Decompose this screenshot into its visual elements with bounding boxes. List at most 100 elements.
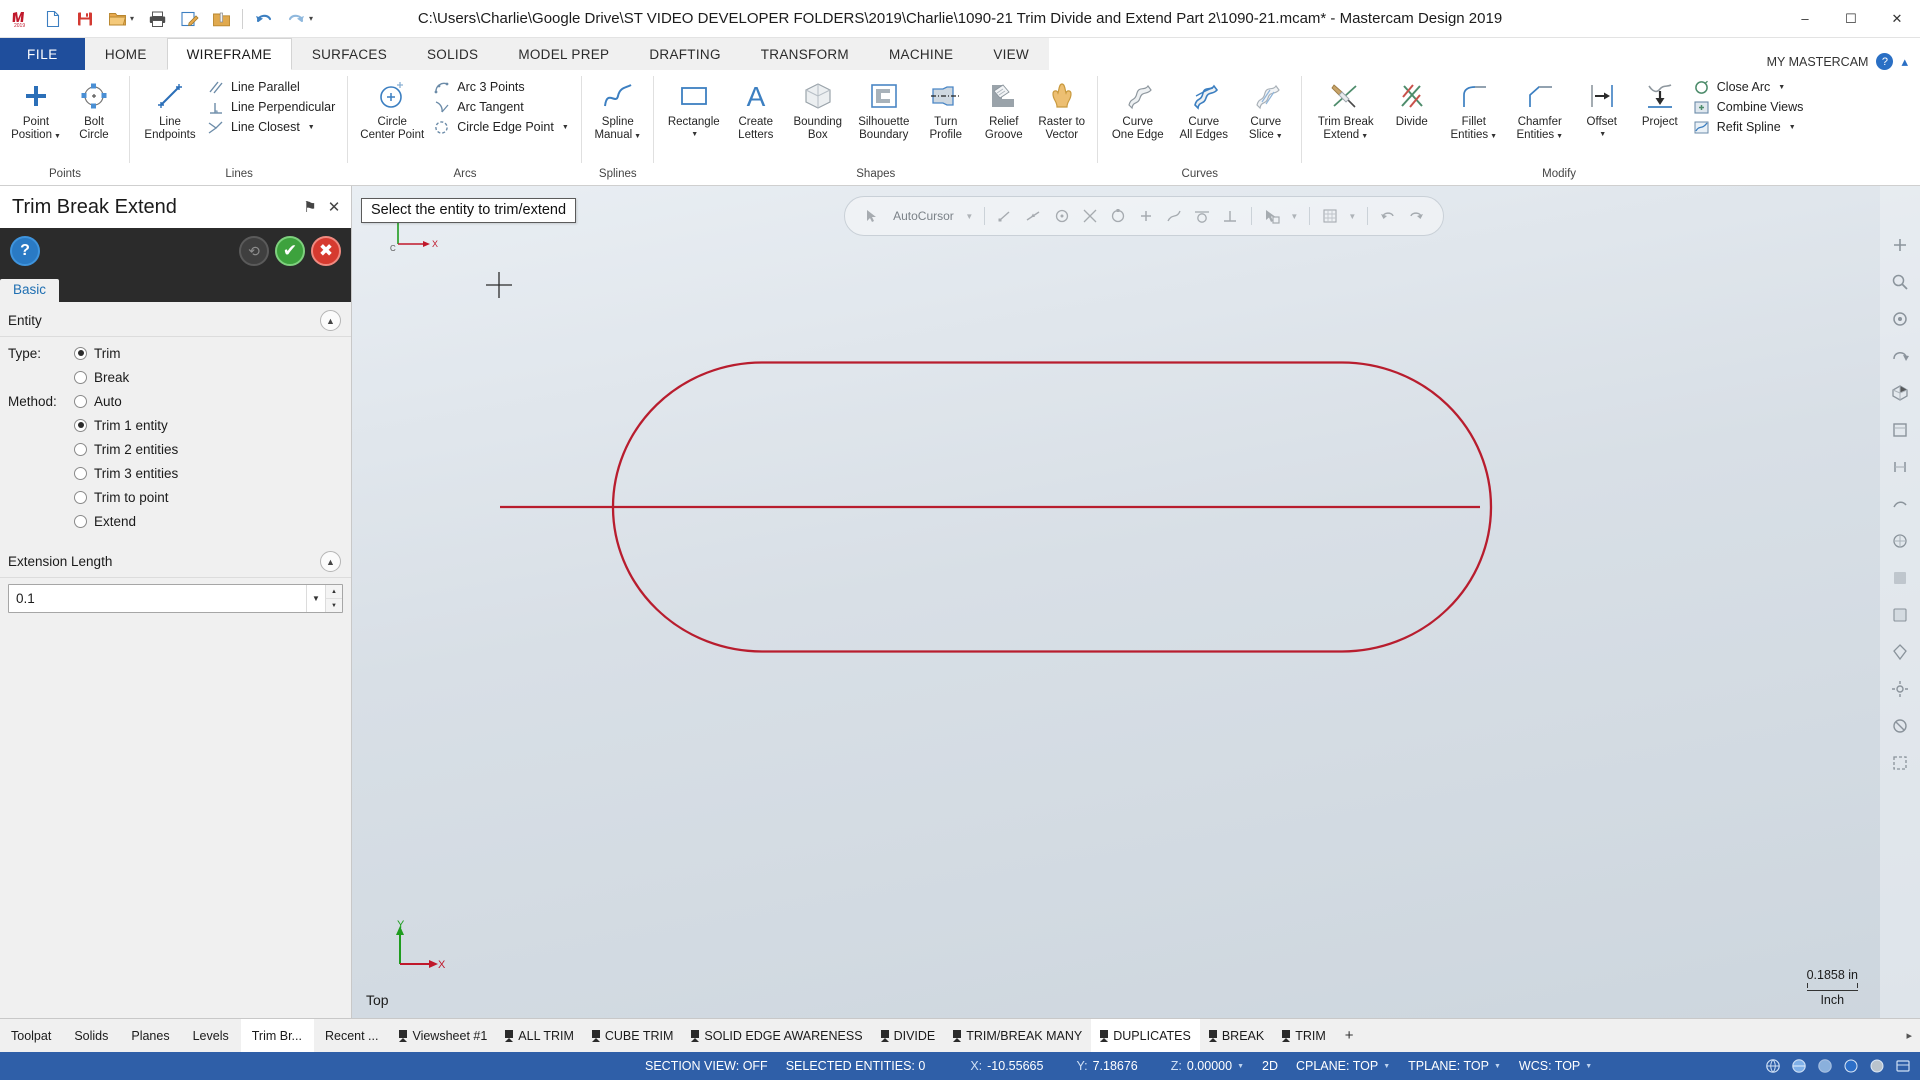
- hide-entities-icon[interactable]: [1885, 711, 1915, 741]
- tangent-snap-icon[interactable]: [1190, 203, 1215, 230]
- open-folder-icon[interactable]: [102, 4, 132, 34]
- tab-view[interactable]: VIEW: [973, 38, 1050, 70]
- raster-to-vector-button[interactable]: Raster to Vector: [1033, 75, 1091, 141]
- create-letters-button[interactable]: A Create Letters: [727, 75, 785, 141]
- status-cplane[interactable]: CPLANE: TOP ▼: [1287, 1059, 1399, 1073]
- combine-views-button[interactable]: Combine Views: [1689, 97, 1810, 117]
- bottom-tab-planes[interactable]: Planes: [120, 1019, 181, 1052]
- bolt-circle-button[interactable]: Bolt Circle: [65, 75, 123, 141]
- chevron-down-icon[interactable]: ▼: [562, 124, 569, 131]
- radio-trim[interactable]: Trim: [74, 346, 121, 361]
- unzoom-icon[interactable]: [1885, 304, 1915, 334]
- radio-extend[interactable]: Extend: [74, 514, 136, 529]
- ok-button[interactable]: ✔: [275, 236, 305, 266]
- close-arc-button[interactable]: Close Arc ▼: [1689, 77, 1810, 97]
- redo-icon[interactable]: [281, 4, 311, 34]
- graphics-viewport[interactable]: Y X C Select the entity to trim/extend A…: [352, 186, 1920, 1018]
- add-viewsheet-button[interactable]: +: [1335, 1019, 1364, 1052]
- bottom-tab-toolpaths[interactable]: Toolpat: [0, 1019, 63, 1052]
- wireframe-shading-icon[interactable]: [1885, 526, 1915, 556]
- chevron-down-icon[interactable]: ▼: [1237, 1063, 1244, 1070]
- chevron-down-icon[interactable]: ▼: [306, 585, 325, 612]
- zoom-window-icon[interactable]: [1885, 267, 1915, 297]
- arc-tangent-button[interactable]: Arc Tangent: [429, 97, 575, 117]
- tab-home[interactable]: HOME: [84, 38, 167, 70]
- globe-wireframe-icon[interactable]: [1762, 1055, 1784, 1077]
- chevron-down-icon[interactable]: ▼: [1585, 1063, 1592, 1070]
- line-parallel-button[interactable]: Line Parallel: [203, 77, 341, 97]
- globe-translucent-icon[interactable]: [1814, 1055, 1836, 1077]
- viewsheet-tab-all-trim[interactable]: ALL TRIM: [496, 1019, 583, 1052]
- circle-edge-point-button[interactable]: Circle Edge Point ▼: [429, 117, 575, 137]
- chevron-down-icon[interactable]: ▼: [308, 124, 315, 131]
- shaded-view-icon[interactable]: [1885, 563, 1915, 593]
- radio-trim-3-entities[interactable]: Trim 3 entities: [74, 466, 178, 481]
- rectangle-button[interactable]: Rectangle ▼: [661, 75, 727, 141]
- tab-surfaces[interactable]: SURFACES: [291, 38, 407, 70]
- intersection-snap-icon[interactable]: [1077, 203, 1102, 230]
- radio-trim-to-point[interactable]: Trim to point: [74, 490, 169, 505]
- my-mastercam-label[interactable]: MY MASTERCAM: [1767, 55, 1869, 69]
- select-all-icon[interactable]: [1260, 203, 1285, 230]
- line-closest-button[interactable]: Line Closest ▼: [203, 117, 341, 137]
- chevron-down-icon[interactable]: ▼: [1383, 1063, 1390, 1070]
- chevron-up-icon[interactable]: ▲: [320, 310, 341, 331]
- center-snap-icon[interactable]: [1049, 203, 1074, 230]
- viewsheet-tab-divide[interactable]: DIVIDE: [872, 1019, 945, 1052]
- zip2go-icon[interactable]: [206, 4, 236, 34]
- quadrant-snap-icon[interactable]: [1105, 203, 1130, 230]
- help-button[interactable]: ?: [10, 236, 40, 266]
- front-view-icon[interactable]: [1885, 452, 1915, 482]
- status-section-view[interactable]: SECTION VIEW: OFF: [636, 1059, 777, 1073]
- chevron-down-icon[interactable]: ▼: [1361, 131, 1368, 144]
- grid-snap-icon[interactable]: [1318, 203, 1343, 230]
- isometric-view-icon[interactable]: [1885, 378, 1915, 408]
- color-swatch-blue-icon[interactable]: [1840, 1055, 1862, 1077]
- settings-view-icon[interactable]: [1885, 674, 1915, 704]
- viewsheet-tab-duplicates[interactable]: DUPLICATES: [1091, 1019, 1200, 1052]
- stepper-up-icon[interactable]: ▲: [326, 585, 342, 599]
- blank-entities-icon[interactable]: [1885, 748, 1915, 778]
- radio-trim-1-entity[interactable]: Trim 1 entity: [74, 418, 168, 433]
- radio-trim-2-entities[interactable]: Trim 2 entities: [74, 442, 178, 457]
- bottom-tab-trim-break[interactable]: Trim Br...: [240, 1019, 314, 1052]
- radio-auto[interactable]: Auto: [74, 394, 122, 409]
- offset-button[interactable]: Offset ▼: [1573, 75, 1631, 141]
- chevron-down-icon[interactable]: ▼: [634, 131, 641, 144]
- chamfer-entities-button[interactable]: Chamfer Entities ▼: [1507, 75, 1573, 143]
- relief-groove-button[interactable]: Relief Groove: [975, 75, 1033, 141]
- nearest-snap-icon[interactable]: [1161, 203, 1186, 230]
- chevron-down-icon[interactable]: ▼: [1494, 1063, 1501, 1070]
- point-snap-icon[interactable]: [1133, 203, 1158, 230]
- viewsheet-tab-trim-break-many[interactable]: TRIM/BREAK MANY: [944, 1019, 1091, 1052]
- divide-button[interactable]: Divide: [1383, 75, 1441, 129]
- fit-screen-icon[interactable]: [1885, 230, 1915, 260]
- viewsheet-tab-solid-edge-awareness[interactable]: SOLID EDGE AWARENESS: [682, 1019, 871, 1052]
- globe-shaded-icon[interactable]: [1788, 1055, 1810, 1077]
- materials-icon[interactable]: [1885, 637, 1915, 667]
- project-button[interactable]: Project: [1631, 75, 1689, 129]
- reapply-button[interactable]: ⟲: [239, 236, 269, 266]
- extension-length-input[interactable]: [9, 585, 306, 612]
- chevron-down-icon[interactable]: ▼: [1556, 131, 1563, 144]
- select-only-icon[interactable]: ▼: [1288, 203, 1301, 230]
- tab-model-prep[interactable]: MODEL PREP: [498, 38, 630, 70]
- tab-file[interactable]: FILE: [0, 38, 85, 70]
- spline-manual-button[interactable]: Spline Manual ▼: [589, 75, 647, 143]
- line-perpendicular-button[interactable]: Line Perpendicular: [203, 97, 341, 117]
- customize-qat-icon[interactable]: ▾: [309, 14, 319, 23]
- bottom-tab-solids[interactable]: Solids: [63, 1019, 120, 1052]
- autocursor-dropdown-icon[interactable]: ▼: [963, 203, 976, 230]
- curve-slice-button[interactable]: Curve Slice ▼: [1237, 75, 1295, 143]
- endpoint-snap-icon[interactable]: [993, 203, 1018, 230]
- chevron-down-icon[interactable]: ▼: [1789, 124, 1796, 131]
- print-preview-icon[interactable]: [174, 4, 204, 34]
- close-button[interactable]: ✕: [1874, 0, 1920, 38]
- chevron-up-icon[interactable]: ▲: [320, 551, 341, 572]
- chevron-down-icon[interactable]: ▼: [1490, 131, 1497, 144]
- maximize-button[interactable]: ☐: [1828, 0, 1874, 38]
- status-mode-2d[interactable]: 2D: [1253, 1059, 1287, 1073]
- midpoint-snap-icon[interactable]: [1021, 203, 1046, 230]
- curve-all-edges-button[interactable]: Curve All Edges: [1171, 75, 1237, 141]
- close-panel-icon[interactable]: ✕: [325, 198, 343, 216]
